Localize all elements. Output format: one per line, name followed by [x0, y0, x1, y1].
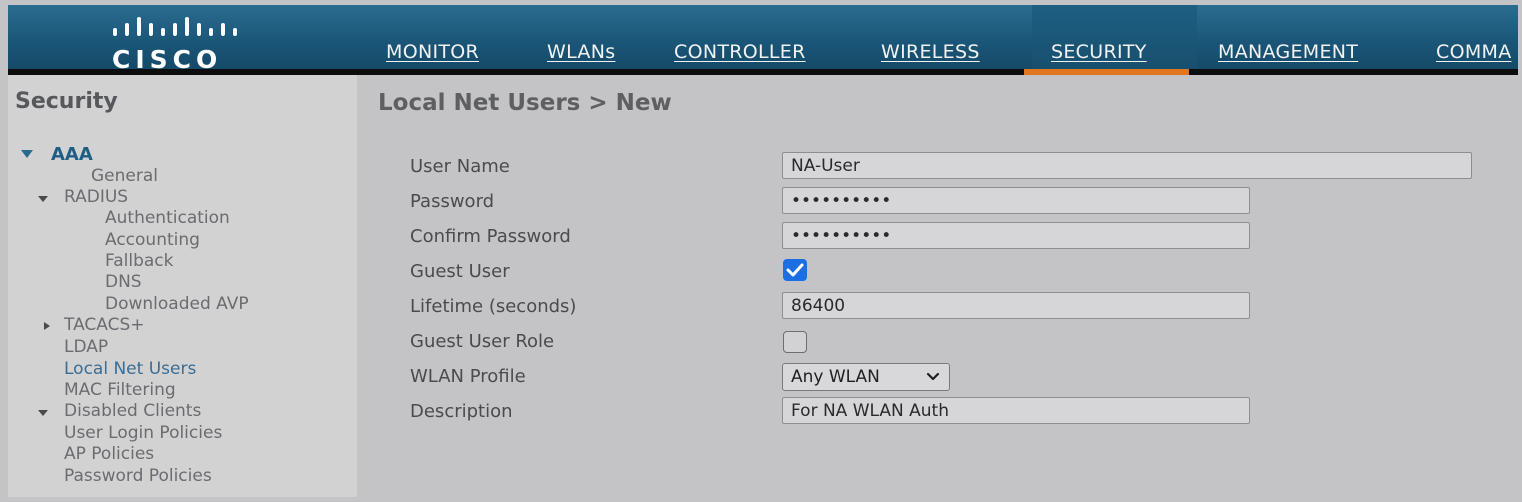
nav-controller[interactable]: CONTROLLER	[674, 41, 806, 69]
page-title: Local Net Users > New	[378, 90, 672, 116]
sidebar-item-ldap[interactable]: LDAP	[64, 337, 108, 357]
password-label: Password	[410, 191, 495, 212]
description-input[interactable]	[782, 397, 1250, 424]
wlan-profile-label: WLAN Profile	[410, 366, 526, 387]
guest-user-checkbox[interactable]	[783, 259, 807, 281]
nav-wlans[interactable]: WLANs	[547, 41, 615, 69]
guest-user-role-checkbox[interactable]	[783, 331, 807, 353]
sidebar-item-password-policies[interactable]: Password Policies	[64, 466, 212, 486]
cisco-logo: CISCO	[108, 15, 258, 69]
collapse-tacacs-icon[interactable]	[44, 322, 50, 330]
guest-user-label: Guest User	[410, 261, 510, 282]
sidebar-item-fallback[interactable]: Fallback	[105, 251, 173, 271]
wlan-profile-select[interactable]: Any WLAN	[782, 363, 950, 391]
wlan-profile-value: Any WLAN	[791, 367, 880, 387]
sidebar-item-mac-filtering[interactable]: MAC Filtering	[64, 380, 176, 400]
nav-security[interactable]: SECURITY	[1051, 41, 1147, 69]
sidebar-item-local-net-users[interactable]: Local Net Users	[64, 359, 196, 379]
sidebar-item-user-login-policies[interactable]: User Login Policies	[64, 423, 222, 443]
sidebar-item-general[interactable]: General	[91, 166, 158, 186]
sidebar-item-disabled-clients[interactable]: Disabled Clients	[64, 401, 201, 421]
chevron-down-icon	[926, 372, 940, 381]
logo-wordmark: CISCO	[112, 45, 223, 69]
sidebar-item-accounting[interactable]: Accounting	[105, 230, 200, 250]
nav-commands[interactable]: COMMA	[1436, 41, 1512, 69]
user-name-label: User Name	[410, 156, 510, 177]
sidebar-item-radius[interactable]: RADIUS	[64, 187, 128, 207]
active-tab-indicator	[1024, 69, 1189, 75]
expand-aaa-icon[interactable]	[21, 150, 33, 158]
confirm-password-label: Confirm Password	[410, 226, 571, 247]
user-name-input[interactable]	[782, 152, 1472, 179]
sidebar-title: Security	[15, 89, 118, 114]
sidebar-item-authentication[interactable]: Authentication	[105, 208, 230, 228]
nav-wireless[interactable]: WIRELESS	[881, 41, 980, 69]
sidebar: Security AAA General RADIUS Authenticati…	[8, 75, 357, 497]
sidebar-item-aaa[interactable]: AAA	[51, 144, 93, 165]
expand-disabled-clients-icon[interactable]	[38, 410, 48, 416]
top-header: CISCO MONITOR WLANs CONTROLLER WIRELESS …	[8, 5, 1518, 69]
sidebar-item-ap-policies[interactable]: AP Policies	[64, 444, 154, 464]
guest-user-role-label: Guest User Role	[410, 331, 555, 352]
checkmark-icon	[786, 263, 804, 277]
sidebar-item-downloaded-avp[interactable]: Downloaded AVP	[105, 294, 249, 314]
lifetime-label: Lifetime (seconds)	[410, 296, 577, 317]
nav-monitor[interactable]: MONITOR	[386, 41, 479, 69]
confirm-password-input[interactable]	[782, 222, 1250, 249]
cisco-bars-icon	[113, 17, 237, 36]
lifetime-input[interactable]	[782, 292, 1250, 319]
sidebar-item-dns[interactable]: DNS	[105, 272, 142, 292]
sidebar-item-tacacs[interactable]: TACACS+	[64, 315, 145, 335]
expand-radius-icon[interactable]	[38, 196, 48, 202]
nav-management[interactable]: MANAGEMENT	[1218, 41, 1358, 69]
password-input[interactable]	[782, 187, 1250, 214]
description-label: Description	[410, 401, 513, 422]
